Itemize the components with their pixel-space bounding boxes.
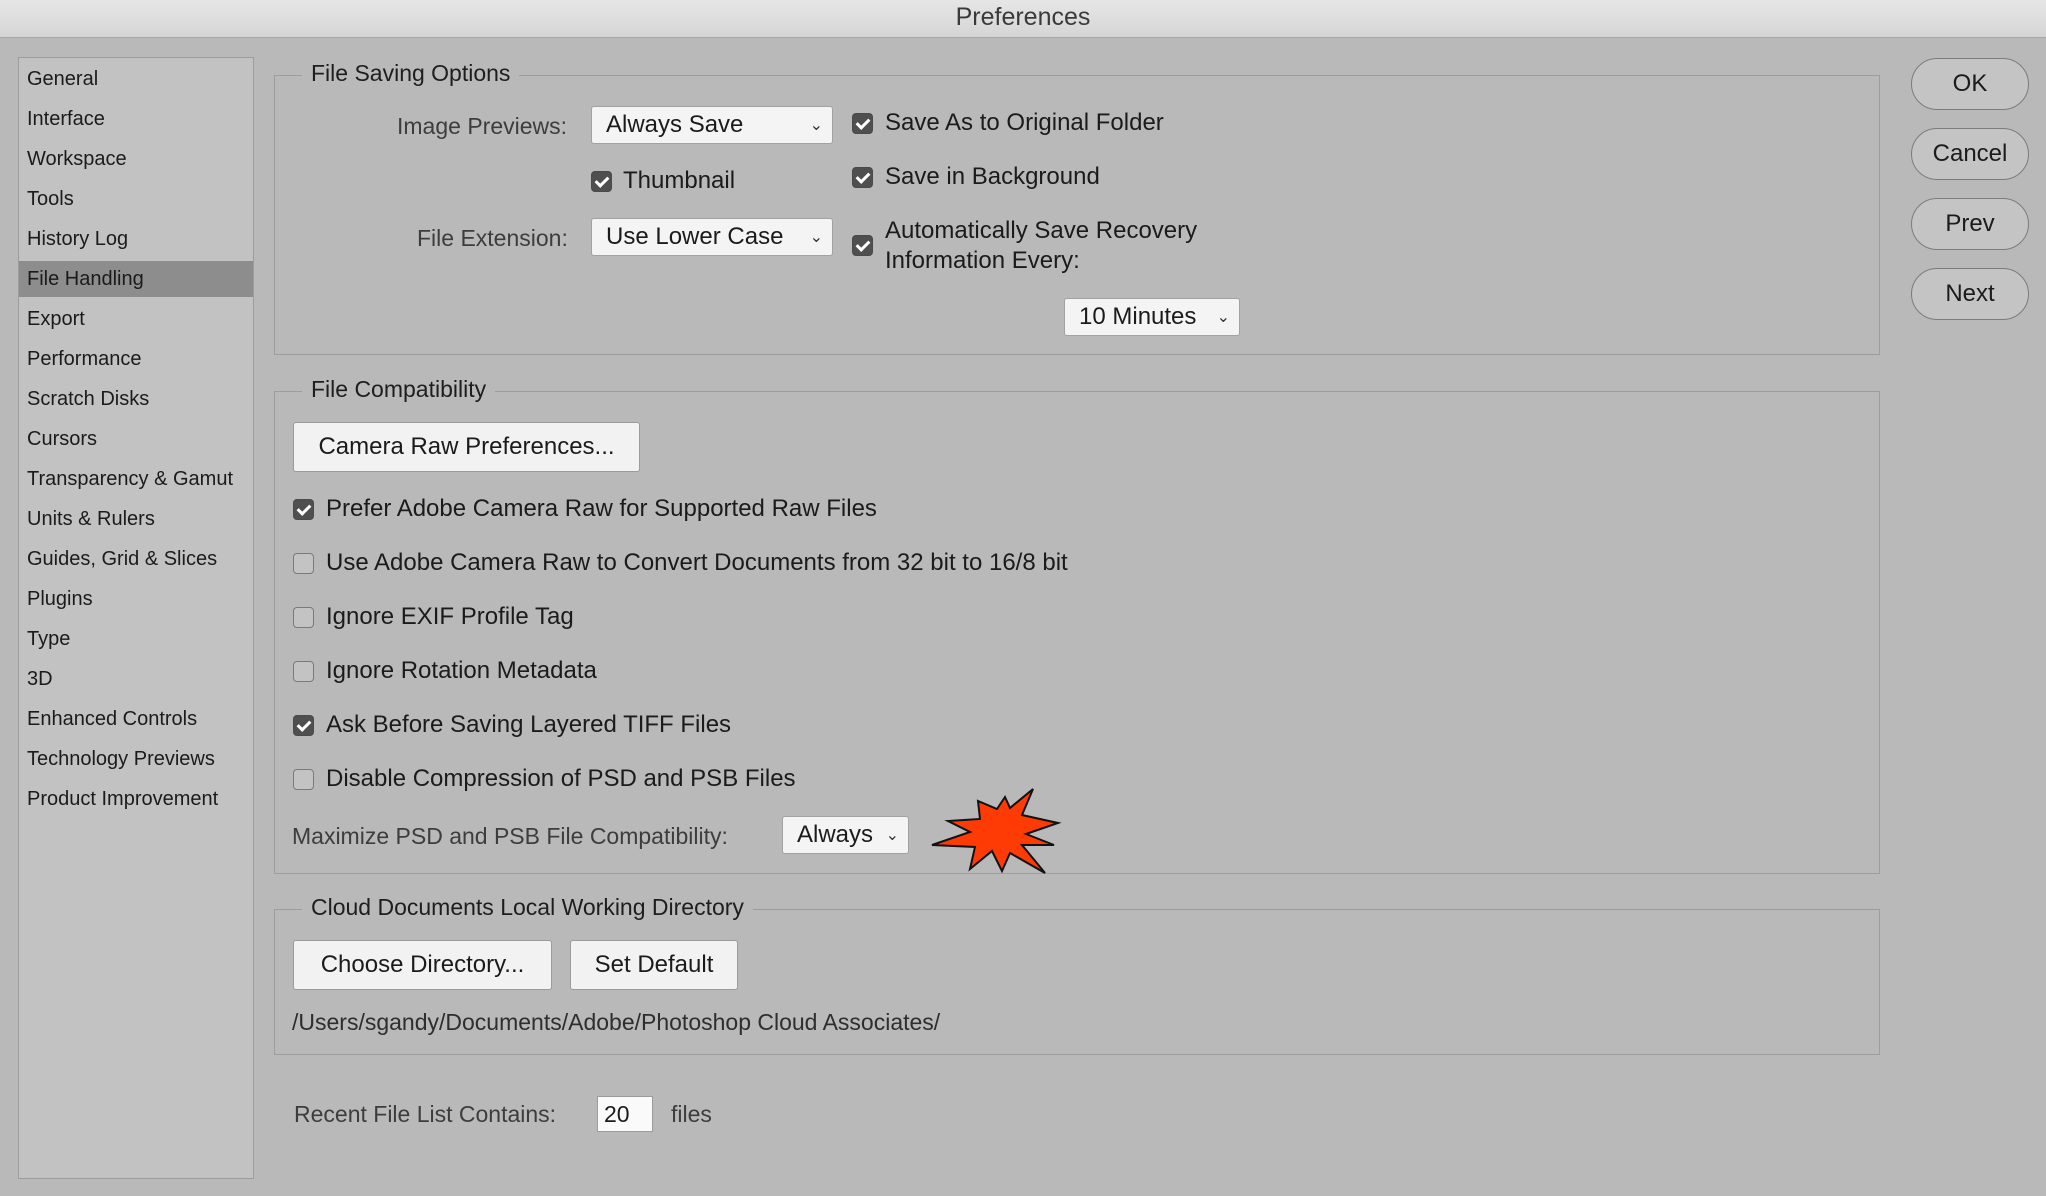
auto-recovery-checkbox[interactable]	[852, 235, 873, 256]
save-as-original-label: Save As to Original Folder	[885, 109, 1164, 136]
recent-file-count-input[interactable]: 20	[597, 1096, 653, 1132]
sidebar-item-guides-grid-slices[interactable]: Guides, Grid & Slices	[19, 541, 253, 577]
ignore-rotation-checkbox[interactable]	[293, 661, 314, 682]
image-previews-value: Always Save	[606, 111, 744, 138]
convert-32bit-label: Use Adobe Camera Raw to Convert Document…	[326, 549, 1068, 576]
sidebar-item-product-improvement[interactable]: Product Improvement	[19, 781, 253, 817]
chevron-down-icon: ⌄	[885, 827, 899, 844]
file-extension-select[interactable]: Use Lower Case ⌄	[591, 218, 833, 256]
thumbnail-checkbox[interactable]	[591, 171, 612, 192]
auto-recovery-label-line1: Automatically Save Recovery	[885, 217, 1198, 244]
sidebar-item-interface[interactable]: Interface	[19, 101, 253, 137]
prefer-camera-raw-label: Prefer Adobe Camera Raw for Supported Ra…	[326, 495, 877, 522]
preferences-sidebar: General Interface Workspace Tools Histor…	[18, 57, 254, 1179]
chevron-down-icon: ⌄	[1216, 309, 1230, 326]
file-saving-options-legend: File Saving Options	[302, 59, 520, 87]
prefer-camera-raw-checkbox[interactable]	[293, 499, 314, 520]
auto-recovery-label-line2: Information Every:	[885, 247, 1080, 274]
sidebar-item-performance[interactable]: Performance	[19, 341, 253, 377]
starburst-icon	[931, 788, 1062, 874]
sidebar-item-cursors[interactable]: Cursors	[19, 421, 253, 457]
cloud-documents-legend: Cloud Documents Local Working Directory	[302, 893, 753, 921]
camera-raw-preferences-button[interactable]: Camera Raw Preferences...	[293, 422, 640, 472]
file-compatibility-legend: File Compatibility	[302, 375, 496, 403]
disable-compression-label: Disable Compression of PSD and PSB Files	[326, 765, 796, 792]
sidebar-item-general[interactable]: General	[19, 61, 253, 97]
auto-recovery-interval-value: 10 Minutes	[1079, 303, 1197, 330]
ignore-exif-checkbox[interactable]	[293, 607, 314, 628]
disable-compression-checkbox[interactable]	[293, 769, 314, 790]
sidebar-item-units-rulers[interactable]: Units & Rulers	[19, 501, 253, 537]
sidebar-item-plugins[interactable]: Plugins	[19, 581, 253, 617]
image-previews-label: Image Previews:	[397, 113, 568, 139]
file-extension-value: Use Lower Case	[606, 223, 784, 250]
starburst-shape	[931, 788, 1062, 874]
sidebar-item-scratch-disks[interactable]: Scratch Disks	[19, 381, 253, 417]
chevron-down-icon: ⌄	[809, 117, 823, 134]
ok-button[interactable]: OK	[1911, 58, 2029, 110]
file-extension-label: File Extension:	[417, 225, 568, 251]
window-title: Preferences	[0, 0, 2046, 38]
sidebar-item-export[interactable]: Export	[19, 301, 253, 337]
maximize-compat-select[interactable]: Always ⌄	[782, 816, 909, 854]
ask-layered-tiff-label: Ask Before Saving Layered TIFF Files	[326, 711, 732, 738]
sidebar-item-workspace[interactable]: Workspace	[19, 141, 253, 177]
maximize-compat-label: Maximize PSD and PSB File Compatibility:	[292, 823, 728, 849]
sidebar-item-file-handling[interactable]: File Handling	[19, 261, 253, 297]
recent-file-list-label: Recent File List Contains:	[294, 1101, 557, 1127]
recent-file-suffix: files	[671, 1101, 712, 1127]
ask-layered-tiff-checkbox[interactable]	[293, 715, 314, 736]
sidebar-item-3d[interactable]: 3D	[19, 661, 253, 697]
maximize-compat-value: Always	[797, 821, 874, 848]
sidebar-item-enhanced-controls[interactable]: Enhanced Controls	[19, 701, 253, 737]
ignore-exif-label: Ignore EXIF Profile Tag	[326, 603, 574, 630]
save-background-checkbox[interactable]	[852, 167, 873, 188]
save-background-label: Save in Background	[885, 163, 1100, 190]
sidebar-item-transparency-gamut[interactable]: Transparency & Gamut	[19, 461, 253, 497]
convert-32bit-checkbox[interactable]	[293, 553, 314, 574]
sidebar-item-technology-previews[interactable]: Technology Previews	[19, 741, 253, 777]
auto-recovery-interval-select[interactable]: 10 Minutes ⌄	[1064, 298, 1240, 336]
chevron-down-icon: ⌄	[809, 229, 823, 246]
prev-button[interactable]: Prev	[1911, 198, 2029, 250]
image-previews-select[interactable]: Always Save ⌄	[591, 106, 833, 144]
choose-directory-button[interactable]: Choose Directory...	[293, 940, 552, 990]
thumbnail-label: Thumbnail	[623, 167, 736, 194]
sidebar-item-history-log[interactable]: History Log	[19, 221, 253, 257]
set-default-button[interactable]: Set Default	[570, 940, 738, 990]
ignore-rotation-label: Ignore Rotation Metadata	[326, 657, 597, 684]
cloud-directory-path: /Users/sgandy/Documents/Adobe/Photoshop …	[292, 1009, 941, 1035]
sidebar-item-type[interactable]: Type	[19, 621, 253, 657]
next-button[interactable]: Next	[1911, 268, 2029, 320]
save-as-original-checkbox[interactable]	[852, 113, 873, 134]
cancel-button[interactable]: Cancel	[1911, 128, 2029, 180]
sidebar-item-tools[interactable]: Tools	[19, 181, 253, 217]
